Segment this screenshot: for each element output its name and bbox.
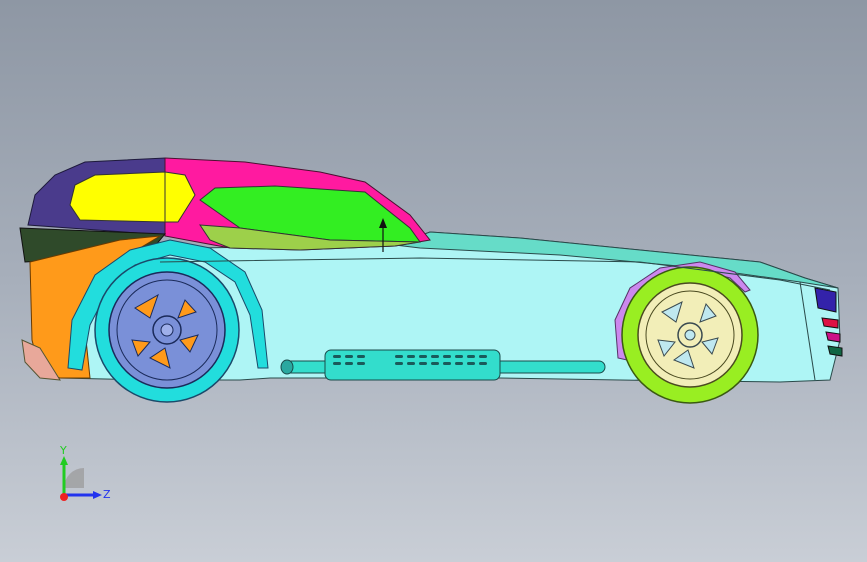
triad-background-shape bbox=[64, 468, 84, 488]
rear-hub-cap bbox=[160, 323, 174, 337]
axis-triad: Y Z bbox=[59, 444, 111, 501]
z-axis-label: Z bbox=[103, 488, 111, 501]
x-axis-dot bbox=[60, 493, 68, 501]
3d-viewport[interactable] bbox=[0, 0, 867, 562]
y-axis-arrow bbox=[60, 456, 68, 465]
front-hub-cap bbox=[684, 329, 696, 341]
car-model[interactable] bbox=[19, 157, 843, 404]
z-axis-arrow bbox=[93, 491, 102, 499]
y-axis-label: Y bbox=[59, 444, 67, 457]
